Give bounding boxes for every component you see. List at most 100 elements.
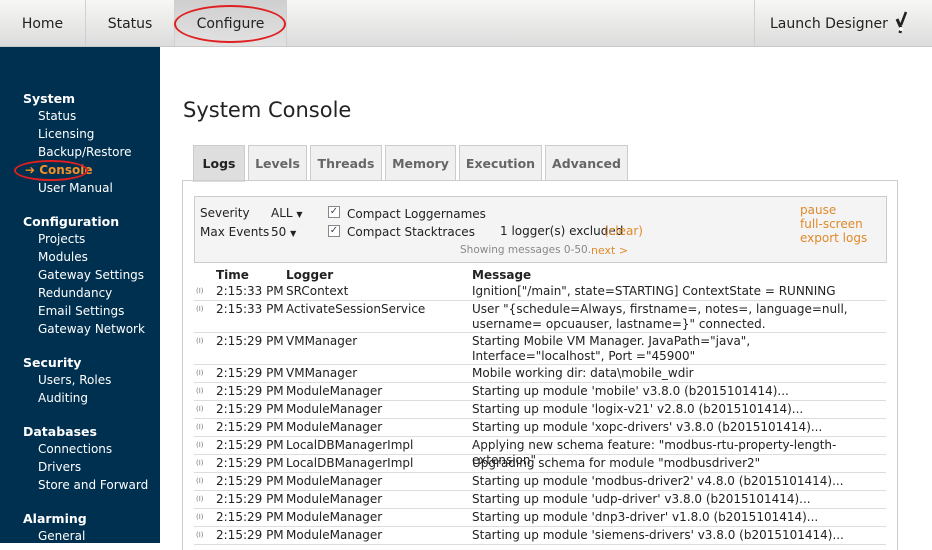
compact-loggernames-checkbox[interactable]: ✓ [328,206,340,218]
log-message: Starting up module 'udp-driver' v3.8.0 (… [472,492,811,506]
sidebar-item[interactable]: Licensing [38,127,94,141]
sidebar-item-label: Projects [38,232,86,246]
column-logger: Logger [286,268,334,282]
tab-threads[interactable]: Threads [310,145,382,181]
tab-execution[interactable]: Execution [459,145,542,181]
sidebar-item[interactable]: Store and Forward [38,478,148,492]
sidebar-item[interactable]: Users, Roles [38,373,111,387]
nav-home[interactable]: Home [0,0,86,46]
level-info-icon: (I) [196,531,204,539]
sidebar-item[interactable]: User Manual [38,181,113,195]
sidebar-item-label: Users, Roles [38,373,112,387]
page-title: System Console [183,98,352,122]
level-info-icon: (I) [196,441,204,449]
tab-levels[interactable]: Levels [248,145,307,181]
log-row: (I) 2:15:29 PM LocalDBManagerImpl Applying … [194,437,886,467]
log-message: Starting up module 'xopc-drivers' v3.8.0… [472,420,823,434]
log-message: Upgrading schema for module "modbusdrive… [472,456,761,470]
log-time: 2:15:33 PM [216,302,284,316]
log-logger: ActivateSessionService [286,302,426,316]
log-time: 2:15:33 PM [216,284,284,298]
max-events-select[interactable]: 50 ▼ [271,225,296,239]
sidebar-item-label: Connections [38,442,113,456]
tab-memory[interactable]: Memory [385,145,456,181]
level-info-icon: (I) [196,337,204,345]
sidebar-item-label: User Manual [38,181,113,195]
next-link[interactable]: next > [591,244,628,257]
sidebar-item[interactable]: Gateway Settings [38,268,144,282]
log-logger: ModuleManager [286,384,383,398]
sidebar-item-label: Gateway Settings [38,268,145,282]
sidebar-section-heading: Databases [23,424,97,439]
log-message: Ignition["/main", state=STARTING] Contex… [472,284,836,298]
log-message: Starting up module 'logix-v21' v2.8.0 (b… [472,402,804,416]
log-logger: SRContext [286,284,349,298]
compact-stacktraces-checkbox[interactable]: ✓ [328,225,340,237]
log-row: (I) 2:15:29 PM ModuleManager Starting up mo… [194,491,886,509]
sidebar-section-heading: Configuration [23,214,120,229]
log-message: Starting Mobile VM Manager. JavaPath="ja… [472,334,751,363]
sidebar-item[interactable]: Connections [38,442,112,456]
severity-select[interactable]: ALL ▼ [271,206,303,220]
log-logger: ModuleManager [286,420,383,434]
level-info-icon: (I) [196,477,204,485]
log-row: (I) 2:15:29 PM VMManager Mobile working dir… [194,365,886,383]
sidebar-item[interactable]: Status [38,109,76,123]
level-info-icon: (I) [196,387,204,395]
launch-label: Launch Designer [770,16,888,32]
log-row: (I) 2:15:29 PM VMManager Starting Mobile VM… [194,333,886,365]
nav-status[interactable]: Status [86,0,175,46]
export-logs-link[interactable]: export logs [800,231,867,245]
log-time: 2:15:29 PM [216,384,284,398]
sidebar-item[interactable]: Modules [38,250,88,264]
level-info-icon: (I) [196,287,204,295]
sidebar-item[interactable]: Email Settings [38,304,124,318]
sidebar-item-label: Licensing [38,127,95,141]
sidebar-section-heading: Security [23,355,82,370]
max-events-label: Max Events [200,225,270,239]
fullscreen-link[interactable]: full-screen [800,217,863,231]
log-time: 2:15:29 PM [216,366,284,380]
tab-advanced[interactable]: Advanced [545,145,628,181]
log-logger: ModuleManager [286,492,383,506]
clear-link[interactable]: (clear) [604,224,643,238]
log-time: 2:15:29 PM [216,528,284,542]
launch-designer-button[interactable]: Launch Designer [754,0,932,46]
log-row: (I) 2:15:29 PM ModuleManager Starting up mo… [194,419,886,437]
log-message: Starting up module 'siemens-drivers' v3.… [472,528,844,542]
sidebar-item[interactable]: Auditing [38,391,88,405]
level-info-icon: (I) [196,369,204,377]
log-row: (I) 2:15:33 PM ActivateSessionService User … [194,301,886,333]
level-info-icon: (I) [196,405,204,413]
sidebar-item[interactable]: General [38,529,85,543]
sidebar-item-label: Status [38,109,77,123]
max-events-value: 50 [271,225,287,239]
tab-logs[interactable]: Logs [193,145,245,182]
log-logger: ModuleManager [286,402,383,416]
log-message: User "{schedule=Always, firstname=, note… [472,302,848,331]
sidebar-section-heading: Alarming [23,511,87,526]
sidebar-item-label: Email Settings [38,304,125,318]
sidebar-item-label: Modules [38,250,88,264]
sidebar-item-label: Gateway Network [38,322,145,336]
level-info-icon: (I) [196,305,204,313]
severity-value: ALL [271,206,293,220]
log-logger: VMManager [286,366,358,380]
sidebar-item-label: Drivers [38,460,82,474]
sidebar-item[interactable]: Drivers [38,460,81,474]
sidebar-section-heading: System [23,91,76,106]
sidebar-item[interactable]: Backup/Restore [38,145,132,159]
sidebar-item[interactable]: Gateway Network [38,322,145,336]
sidebar-item[interactable]: Redundancy [38,286,112,300]
log-logger: LocalDBManagerImpl [286,456,414,470]
sidebar-item[interactable]: Projects [38,232,85,246]
log-logger: ModuleManager [286,528,383,542]
log-row: (I) 2:15:29 PM ModuleManager Starting up mo… [194,527,886,545]
highlight-oval [14,160,88,181]
sidebar-item-label: Store and Forward [38,478,149,492]
sidebar: System Status Licensing Backup/Restore ➔ Con… [0,47,160,543]
log-row: (I) 2:15:29 PM ModuleManager Starting up mo… [194,401,886,419]
level-info-icon: (I) [196,495,204,503]
log-message: Starting up module 'mobile' v3.8.0 (b201… [472,384,789,398]
pause-link[interactable]: pause [800,203,836,217]
